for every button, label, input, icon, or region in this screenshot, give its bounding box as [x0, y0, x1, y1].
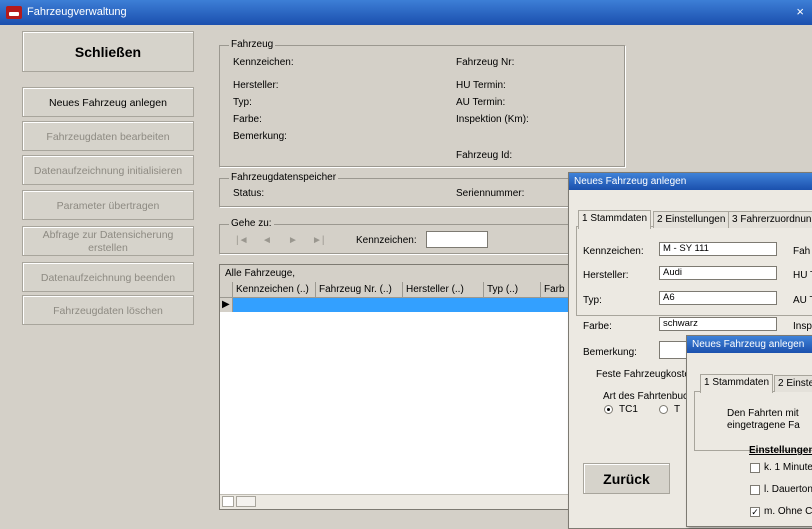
column-vehicle-number[interactable]: Fahrzeug Nr. (..) — [316, 282, 403, 298]
edit-vehicle-button[interactable]: Fahrzeugdaten bearbeiten — [22, 121, 194, 151]
car-icon — [6, 6, 22, 19]
next-record-icon[interactable]: ► — [288, 235, 298, 246]
dlg-manufacturer-label: Hersteller: — [583, 270, 629, 281]
vehicle-grid: Alle Fahrzeuge, Kennzeichen (..) Fahrzeu… — [219, 264, 575, 510]
fixed-costs-label: Feste Fahrzeugkoste — [596, 369, 690, 380]
dlg-plate-input[interactable]: M - SY 111 — [659, 242, 777, 256]
delete-vehicle-button[interactable]: Fahrzeugdaten löschen — [22, 295, 194, 325]
option-2-checkbox[interactable] — [750, 485, 760, 495]
column-type[interactable]: Typ (..) — [484, 282, 541, 298]
column-plate[interactable]: Kennzeichen (..) — [233, 282, 316, 298]
storage-group-title: Fahrzeugdatenspeicher — [229, 172, 339, 183]
dlg-color-input[interactable]: schwarz — [659, 317, 777, 331]
grid-title: Alle Fahrzeuge, — [225, 268, 296, 279]
dlg-right-label-1: Fah — [793, 246, 811, 257]
option-3-label: m. Ohne C — [764, 506, 812, 517]
dlg-remark-input[interactable] — [659, 341, 689, 359]
vehicle-id-label: Fahrzeug Id: — [456, 150, 513, 161]
dialog2-title: Neues Fahrzeug anlegen — [687, 336, 812, 353]
row-indicator: ▶ — [220, 298, 233, 312]
scroll-left-icon[interactable] — [222, 496, 234, 507]
close-icon[interactable]: × — [796, 4, 804, 19]
manufacturer-label: Hersteller: — [233, 80, 279, 91]
last-record-icon[interactable]: ►| — [312, 235, 325, 246]
dialog2-tab-einstellungen[interactable]: 2 Einste — [774, 375, 812, 392]
tab-einstellungen[interactable]: 2 Einstellungen — [653, 211, 730, 228]
first-record-icon[interactable]: |◄ — [236, 235, 249, 246]
back-button[interactable]: Zurück — [583, 463, 670, 494]
horizontal-scrollbar[interactable] — [220, 494, 574, 509]
option-2-label: l. Dauerton — [764, 484, 812, 495]
window-title: Fahrzeugverwaltung — [27, 6, 127, 18]
hu-date-label: HU Termin: — [456, 80, 506, 91]
transfer-params-button[interactable]: Parameter übertragen — [22, 190, 194, 220]
dlg-right-label-4: Insp — [793, 321, 812, 332]
dlg-remark-label: Bemerkung: — [583, 347, 637, 358]
vehicle-number-label: Fahrzeug Nr: — [456, 57, 515, 68]
grid-corner — [220, 282, 233, 298]
close-button-label: Schließen — [74, 44, 142, 60]
radio-tc2-label: T — [674, 404, 681, 415]
option-3-checkbox[interactable]: ✓ — [750, 507, 760, 517]
dlg-right-label-2: HU T — [793, 270, 812, 281]
option-1-checkbox[interactable] — [750, 463, 760, 473]
dialog2-info-line2: eingetragene Fa — [727, 420, 800, 431]
settings-section-title: Einstellungen — [749, 445, 812, 456]
scroll-thumb[interactable] — [236, 496, 256, 507]
dialog2-info-line1: Den Fahrten mit — [727, 408, 799, 419]
remark-label: Bemerkung: — [233, 131, 287, 142]
goto-plate-label: Kennzeichen: — [356, 235, 417, 246]
au-date-label: AU Termin: — [456, 97, 506, 108]
status-label: Status: — [233, 188, 265, 199]
row-marker-icon: ▶ — [222, 299, 230, 310]
goto-plate-input[interactable] — [426, 231, 488, 248]
radio-tc2[interactable] — [659, 405, 668, 414]
dlg-manufacturer-input[interactable]: Audi — [659, 266, 777, 280]
close-button[interactable]: Schließen — [22, 31, 194, 72]
init-recording-button[interactable]: Datenaufzeichnung initialisieren — [22, 155, 194, 185]
dlg-right-label-3: AU T — [793, 295, 812, 306]
end-recording-button[interactable]: Datenaufzeichnung beenden — [22, 262, 194, 292]
column-manufacturer[interactable]: Hersteller (..) — [403, 282, 484, 298]
logbook-type-label: Art des Fahrtenbuc — [603, 391, 689, 402]
prev-record-icon[interactable]: ◄ — [262, 235, 272, 246]
radio-tc1[interactable] — [604, 405, 613, 414]
grid-header: Alle Fahrzeuge, — [220, 265, 574, 283]
dlg-plate-label: Kennzeichen: — [583, 246, 644, 257]
tab-fahrerzuordnung[interactable]: 3 Fahrerzuordnun — [728, 211, 812, 228]
dialog2-tab-stammdaten[interactable]: 1 Stammdaten — [700, 374, 774, 393]
dialog-title: Neues Fahrzeug anlegen — [569, 173, 812, 190]
inspection-label: Inspektion (Km): — [456, 114, 529, 125]
color-label: Farbe: — [233, 114, 262, 125]
option-1-label: k. 1 Minute — [764, 462, 812, 473]
tab-stammdaten[interactable]: 1 Stammdaten — [578, 210, 652, 229]
type-label: Typ: — [233, 97, 252, 108]
vehicle-group-title: Fahrzeug — [229, 39, 276, 50]
window-titlebar: Fahrzeugverwaltung × — [0, 0, 812, 25]
query-backup-button[interactable]: Abfrage zur Datensicherung erstellen — [22, 226, 194, 256]
dlg-type-label: Typ: — [583, 295, 602, 306]
dlg-type-input[interactable]: A6 — [659, 291, 777, 305]
plate-label: Kennzeichen: — [233, 57, 294, 68]
goto-group — [219, 224, 625, 254]
serial-number-label: Seriennummer: — [456, 188, 525, 199]
goto-group-title: Gehe zu: — [229, 218, 274, 229]
new-vehicle-button[interactable]: Neues Fahrzeug anlegen — [22, 87, 194, 117]
dlg-color-label: Farbe: — [583, 321, 612, 332]
table-row[interactable] — [233, 298, 574, 312]
new-vehicle-dialog-2: Neues Fahrzeug anlegen 1 Stammdaten 2 Ei… — [686, 335, 812, 527]
radio-tc1-label: TC1 — [619, 404, 638, 415]
